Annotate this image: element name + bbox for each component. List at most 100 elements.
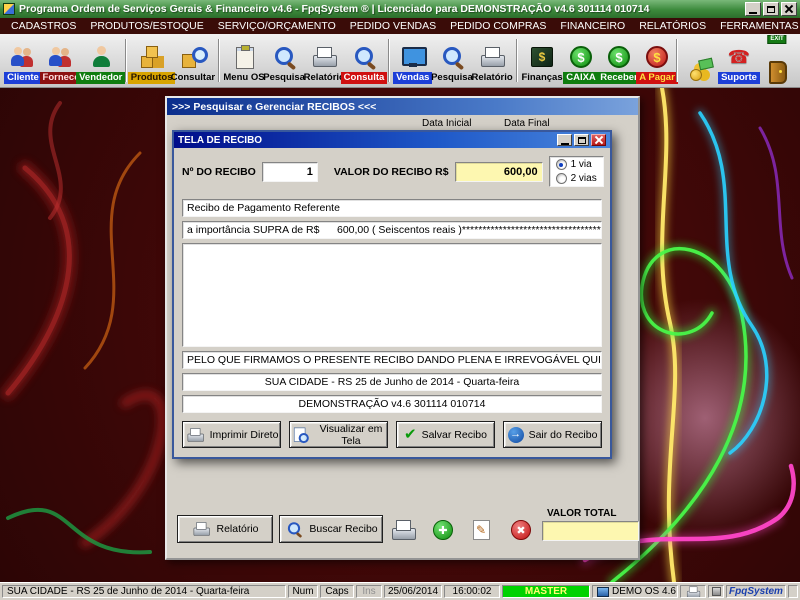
dollar-icon: $ [570,46,592,68]
toolbar-separator [676,39,678,82]
caixa-button[interactable]: $ CAIXA [562,35,600,86]
valor-recibo-label: VALOR DO RECIBO R$ [334,166,449,178]
radio-2-vias[interactable]: 2 vias [556,173,597,184]
dialog-body: Nº DO RECIBO VALOR DO RECIBO R$ 1 via 2 … [174,156,610,465]
visualizar-em-tela-label: Visualizar em Tela [315,423,387,447]
financas-label: Finanças [518,72,565,84]
buscar-recibo-label: Buscar Recibo [309,523,377,535]
menu-pedido-vendas[interactable]: PEDIDO VENDAS [343,20,443,32]
salvar-recibo-button[interactable]: ✔ Salvar Recibo [396,421,495,448]
status-bar: SUA CIDADE - RS 25 de Junho de 2014 - Qu… [0,582,800,600]
visualizar-em-tela-button[interactable]: Visualizar em Tela [289,421,388,448]
moedas-button[interactable] [682,35,720,86]
imprimir-direto-button[interactable]: Imprimir Direto [182,421,281,448]
numero-recibo-input[interactable] [262,162,318,182]
printer-icon [186,426,204,442]
status-version-label: DEMO OS 4.6 [612,586,676,597]
menu-financeiro[interactable]: FINANCEIRO [553,20,632,32]
pesquisa-os-button[interactable]: Pesquisa [264,35,304,86]
referente-field[interactable]: Recibo de Pagamento Referente [182,199,602,217]
dialog-minimize-button[interactable] [557,134,572,146]
fornecedor-button[interactable]: Fornece [42,35,80,86]
maximize-icon [578,137,586,144]
seller-icon [88,45,114,69]
cliente-button[interactable]: Cliente [4,35,42,86]
exit-sign: EXIT [767,35,786,44]
maximize-button[interactable] [763,2,779,16]
dialog-window-controls [557,134,606,146]
status-brand: FpqSystem [726,585,786,598]
close-icon [594,136,604,145]
menu-bar: CADASTROS PRODUTOS/ESTOQUE SERVIÇO/ORÇAM… [0,18,800,34]
dialog-title-bar[interactable]: TELA DE RECIBO [174,132,610,148]
printer-icon [311,45,337,69]
maximize-icon [767,6,775,13]
close-button[interactable] [781,2,797,16]
relatorio-vendas-button[interactable]: Relatório [472,35,512,86]
status-date: 25/06/2014 [384,585,442,598]
delete-recibo-icon-button[interactable]: ✖ [507,517,535,543]
status-user: MASTER [502,585,590,598]
sair-do-recibo-button[interactable]: → Sair do Recibo [503,421,602,448]
minimize-button[interactable] [745,2,761,16]
vendedor-button[interactable]: Vendedor [80,35,121,86]
receber-button[interactable]: $ Receber [600,35,638,86]
status-location-date: SUA CIDADE - RS 25 de Junho de 2014 - Qu… [2,585,286,598]
produtos-button[interactable]: Produtos [131,35,171,86]
radio-2-vias-label: 2 vias [571,173,597,184]
status-printer[interactable] [680,585,706,598]
add-recibo-icon-button[interactable]: ✚ [429,517,457,543]
status-caps-lock: Caps [320,585,354,598]
search-icon [439,45,465,69]
suppliers-icon [48,45,74,69]
vias-radio-group: 1 via 2 vias [549,156,604,187]
importancia-field[interactable]: a importância SUPRA de R$ 600,00 ( Seisc… [182,221,602,239]
menu-pedido-compras[interactable]: PEDIDO COMPRAS [443,20,553,32]
dialog-maximize-button[interactable] [574,134,589,146]
suporte-button[interactable]: ☎ Suporte [720,35,758,86]
printer-icon [193,521,211,537]
dialog-close-button[interactable] [591,134,606,146]
valor-recibo-input[interactable] [455,162,543,182]
print-recibo-icon-button[interactable] [389,517,417,543]
pencil-icon: ✎ [473,520,490,540]
receber-label: Receber [597,72,641,84]
a-pagar-button[interactable]: $ A Pagar [638,35,676,86]
radio-1-via[interactable]: 1 via [556,159,597,170]
exit-arrow-icon: → [508,427,524,443]
a-pagar-label: A Pagar [636,72,678,84]
search-icon [286,521,304,537]
window-controls [745,2,797,16]
dialog-title: TELA DE RECIBO [178,135,554,146]
consulta-os-button[interactable]: Consulta [344,35,384,86]
dollar-icon: $ [646,46,668,68]
desktop-background: >>> Pesquisar e Gerenciar RECIBOS <<< Da… [0,88,800,582]
recibos-title-bar[interactable]: >>> Pesquisar e Gerenciar RECIBOS <<< [167,98,638,115]
toolbar-separator [388,39,390,82]
observacoes-field[interactable] [182,243,602,347]
menu-relatorios[interactable]: RELATÓRIOS [632,20,713,32]
caixa-label: CAIXA [563,72,599,84]
relatorio-os-button[interactable]: Relatório [304,35,344,86]
check-icon: ✔ [404,427,417,442]
menu-produtos-estoque[interactable]: PRODUTOS/ESTOQUE [83,20,210,32]
close-icon [784,5,794,14]
products-icon [139,45,165,69]
consultar-produtos-button[interactable]: Consultar [172,35,214,86]
pesquisa-vendas-button[interactable]: Pesquisa [432,35,472,86]
valor-total-input[interactable] [542,521,639,541]
buscar-recibo-button[interactable]: Buscar Recibo [279,515,383,543]
relatorio-recibos-button[interactable]: Relatório [177,515,273,543]
menu-os-button[interactable]: Menu OS [224,35,264,86]
minimize-icon [561,143,569,145]
menu-cadastros[interactable]: CADASTROS [4,20,83,32]
search-icon [271,45,297,69]
financas-button[interactable]: $ Finanças [522,35,562,86]
exit-button[interactable]: EXIT [758,35,796,86]
cliente-label: Cliente [4,72,42,84]
menu-ferramentas[interactable]: FERRAMENTAS [713,20,800,32]
edit-recibo-icon-button[interactable]: ✎ [467,517,495,543]
menu-servico-orcamento[interactable]: SERVIÇO/ORÇAMENTO [211,20,343,32]
vendas-button[interactable]: Vendas [394,35,432,86]
status-disk [708,585,724,598]
